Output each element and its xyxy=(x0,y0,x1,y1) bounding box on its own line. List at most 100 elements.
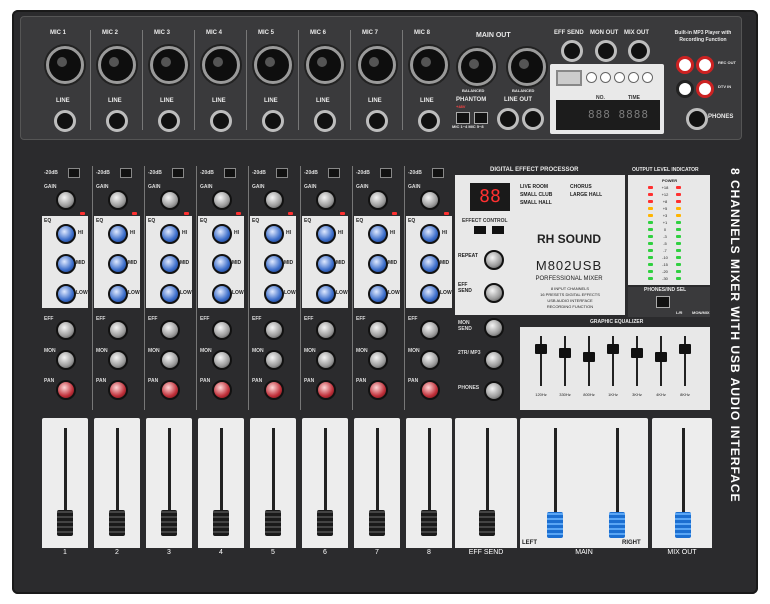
usb-port[interactable] xyxy=(556,70,582,86)
channel-fader-1[interactable] xyxy=(57,510,73,536)
mon-knob-8[interactable] xyxy=(420,350,440,370)
mix-out-fader[interactable] xyxy=(675,512,691,538)
mon-knob-3[interactable] xyxy=(160,350,180,370)
mon-knob-2[interactable] xyxy=(108,350,128,370)
mid-knob-7[interactable] xyxy=(368,254,388,274)
gain-knob-4[interactable] xyxy=(212,190,232,210)
pad-switch-1[interactable] xyxy=(68,168,80,178)
line-8-jack[interactable] xyxy=(418,110,440,132)
mid-knob-2[interactable] xyxy=(108,254,128,274)
gain-knob-3[interactable] xyxy=(160,190,180,210)
hi-knob-4[interactable] xyxy=(212,224,232,244)
eff-send-fader[interactable] xyxy=(479,510,495,536)
main-right-fader[interactable] xyxy=(609,512,625,538)
mp3-button-5[interactable] xyxy=(642,72,653,83)
low-knob-5[interactable] xyxy=(264,284,284,304)
eff-knob-7[interactable] xyxy=(368,320,388,340)
main-out-right-xlr[interactable] xyxy=(508,48,546,86)
pad-switch-6[interactable] xyxy=(328,168,340,178)
mid-knob-3[interactable] xyxy=(160,254,180,274)
mp3-2tr-knob[interactable] xyxy=(484,350,504,370)
main-left-fader[interactable] xyxy=(547,512,563,538)
effect-up-button[interactable] xyxy=(474,226,486,234)
gain-knob-2[interactable] xyxy=(108,190,128,210)
eff-knob-3[interactable] xyxy=(160,320,180,340)
pad-switch-3[interactable] xyxy=(172,168,184,178)
hi-knob-3[interactable] xyxy=(160,224,180,244)
pad-switch-2[interactable] xyxy=(120,168,132,178)
mic-7-xlr[interactable] xyxy=(358,46,396,84)
geq-slider-1[interactable] xyxy=(535,344,547,354)
mon-knob-4[interactable] xyxy=(212,350,232,370)
line-7-jack[interactable] xyxy=(366,110,388,132)
rec-out-right-rca[interactable] xyxy=(696,56,714,74)
mon-send-knob[interactable] xyxy=(484,318,504,338)
line-1-jack[interactable] xyxy=(54,110,76,132)
pan-knob-1[interactable] xyxy=(56,380,76,400)
channel-fader-5[interactable] xyxy=(265,510,281,536)
mic-1-xlr[interactable] xyxy=(46,46,84,84)
phones-level-knob[interactable] xyxy=(484,381,504,401)
mic-8-xlr[interactable] xyxy=(410,46,448,84)
eff-send-out-jack[interactable] xyxy=(561,40,583,62)
line-2-jack[interactable] xyxy=(106,110,128,132)
mon-out-jack[interactable] xyxy=(595,40,617,62)
mid-knob-5[interactable] xyxy=(264,254,284,274)
eff-knob-4[interactable] xyxy=(212,320,232,340)
mp3-button-1[interactable] xyxy=(586,72,597,83)
geq-slider-4[interactable] xyxy=(607,344,619,354)
geq-slider-7[interactable] xyxy=(679,344,691,354)
main-out-left-xlr[interactable] xyxy=(458,48,496,86)
pan-knob-4[interactable] xyxy=(212,380,232,400)
hi-knob-6[interactable] xyxy=(316,224,336,244)
dsp-eff-send-knob[interactable] xyxy=(484,283,504,303)
eff-knob-6[interactable] xyxy=(316,320,336,340)
geq-slider-6[interactable] xyxy=(655,352,667,362)
channel-fader-2[interactable] xyxy=(109,510,125,536)
phones-jack[interactable] xyxy=(686,108,708,130)
mid-knob-8[interactable] xyxy=(420,254,440,274)
mp3-button-3[interactable] xyxy=(614,72,625,83)
mp3-button-2[interactable] xyxy=(600,72,611,83)
hi-knob-8[interactable] xyxy=(420,224,440,244)
phones-select-switch[interactable] xyxy=(656,296,670,308)
low-knob-8[interactable] xyxy=(420,284,440,304)
gain-knob-1[interactable] xyxy=(56,190,76,210)
geq-slider-3[interactable] xyxy=(583,352,595,362)
gain-knob-6[interactable] xyxy=(316,190,336,210)
hi-knob-5[interactable] xyxy=(264,224,284,244)
geq-slider-2[interactable] xyxy=(559,348,571,358)
pan-knob-7[interactable] xyxy=(368,380,388,400)
mon-knob-7[interactable] xyxy=(368,350,388,370)
line-3-jack[interactable] xyxy=(158,110,180,132)
pan-knob-2[interactable] xyxy=(108,380,128,400)
dtv-in-right-rca[interactable] xyxy=(696,80,714,98)
low-knob-1[interactable] xyxy=(56,284,76,304)
channel-fader-7[interactable] xyxy=(369,510,385,536)
pad-switch-7[interactable] xyxy=(380,168,392,178)
channel-fader-8[interactable] xyxy=(421,510,437,536)
mic-5-xlr[interactable] xyxy=(254,46,292,84)
pad-switch-4[interactable] xyxy=(224,168,236,178)
pan-knob-6[interactable] xyxy=(316,380,336,400)
mon-knob-6[interactable] xyxy=(316,350,336,370)
hi-knob-7[interactable] xyxy=(368,224,388,244)
line-4-jack[interactable] xyxy=(210,110,232,132)
mic-6-xlr[interactable] xyxy=(306,46,344,84)
mon-knob-5[interactable] xyxy=(264,350,284,370)
phantom-switch-2[interactable] xyxy=(474,112,488,124)
mix-out-jack[interactable] xyxy=(628,40,650,62)
eff-knob-1[interactable] xyxy=(56,320,76,340)
geq-slider-5[interactable] xyxy=(631,348,643,358)
low-knob-3[interactable] xyxy=(160,284,180,304)
pad-switch-8[interactable] xyxy=(432,168,444,178)
channel-fader-4[interactable] xyxy=(213,510,229,536)
rec-out-left-rca[interactable] xyxy=(676,56,694,74)
mic-3-xlr[interactable] xyxy=(150,46,188,84)
phantom-switch-1[interactable] xyxy=(456,112,470,124)
line-5-jack[interactable] xyxy=(262,110,284,132)
mid-knob-6[interactable] xyxy=(316,254,336,274)
line-out-right-jack[interactable] xyxy=(522,108,544,130)
hi-knob-2[interactable] xyxy=(108,224,128,244)
mic-2-xlr[interactable] xyxy=(98,46,136,84)
